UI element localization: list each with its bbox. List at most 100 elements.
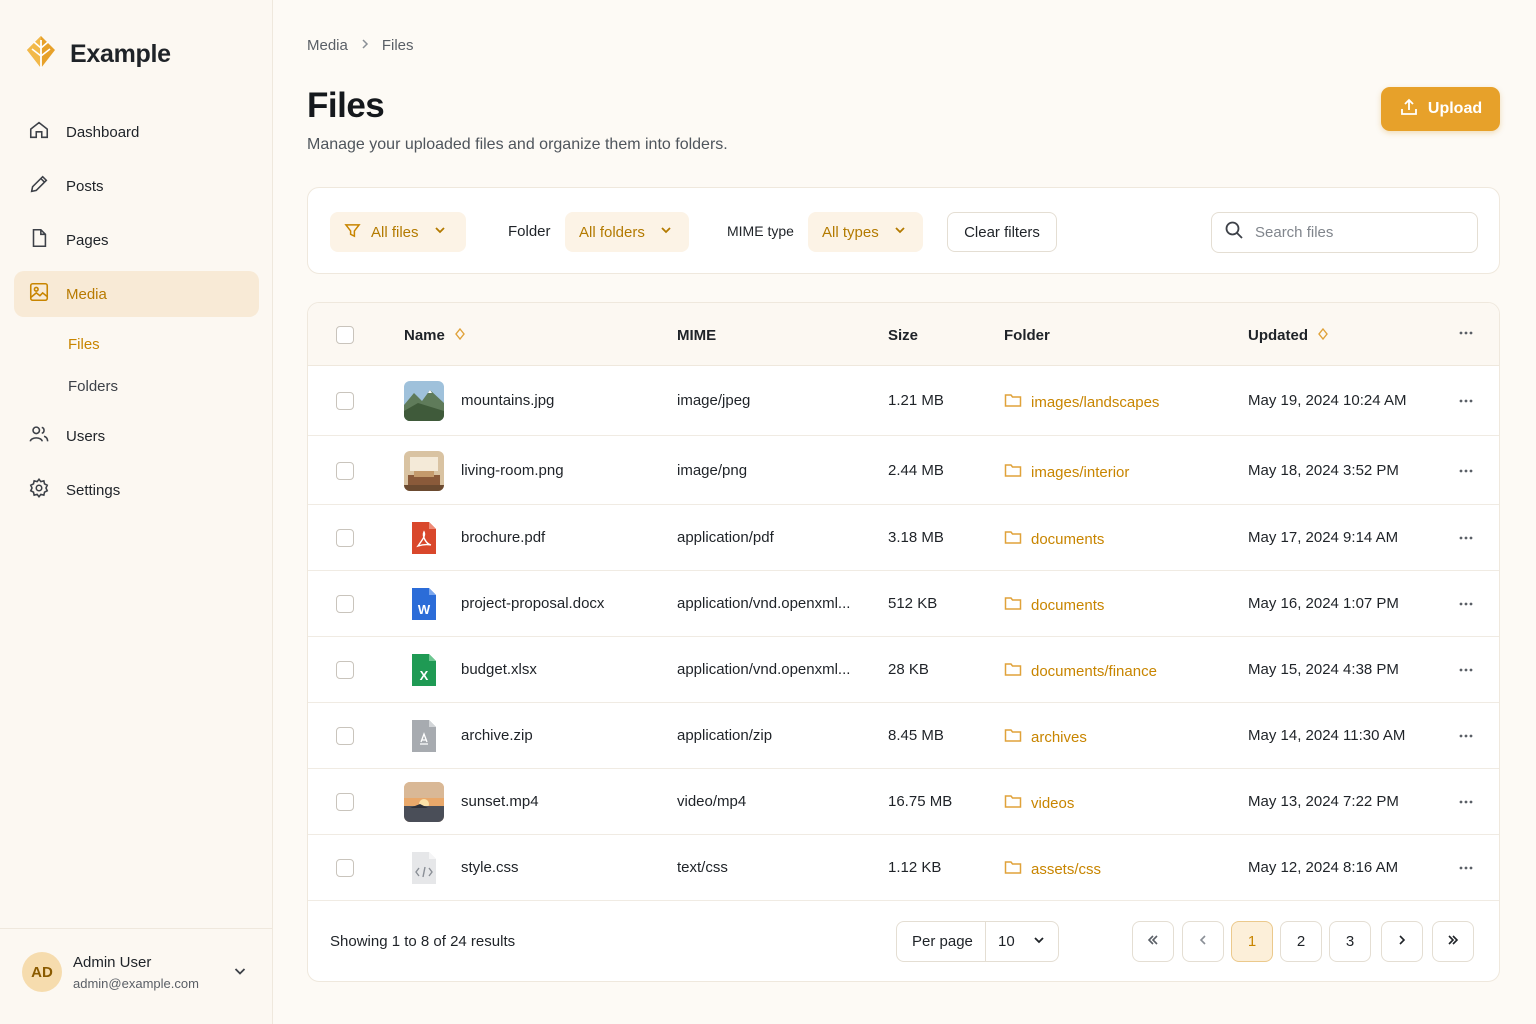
sidebar-item-pages[interactable]: Pages xyxy=(14,217,259,263)
chevron-down-icon xyxy=(659,223,673,241)
file-name[interactable]: living-room.png xyxy=(461,462,564,479)
filter-bar: All files Folder All folders MIME type A… xyxy=(307,187,1500,274)
column-name[interactable]: Name xyxy=(404,327,465,344)
row-actions-icon[interactable] xyxy=(1458,728,1474,749)
filter-icon xyxy=(344,222,361,243)
folder-name: images/landscapes xyxy=(1031,393,1160,411)
sidebar-subitem-files[interactable]: Files xyxy=(68,336,100,353)
sidebar-item-dashboard[interactable]: Dashboard xyxy=(14,109,259,155)
row-actions-icon[interactable] xyxy=(1458,463,1474,484)
file-name[interactable]: project-proposal.docx xyxy=(461,595,604,612)
table-row[interactable]: brochure.pdf application/pdf 3.18 MB docume… xyxy=(308,505,1499,571)
file-name[interactable]: style.css xyxy=(461,859,519,876)
row-actions-icon[interactable] xyxy=(1458,860,1474,881)
row-actions-icon[interactable] xyxy=(1458,530,1474,551)
page-subtitle: Manage your uploaded files and organize … xyxy=(307,136,728,153)
brand-name: Example xyxy=(70,40,171,68)
page-button-1[interactable]: 1 xyxy=(1231,921,1273,962)
sidebar-item-media[interactable]: Media xyxy=(14,271,259,317)
file-name[interactable]: brochure.pdf xyxy=(461,529,545,546)
row-actions-icon[interactable] xyxy=(1458,393,1474,414)
row-checkbox[interactable] xyxy=(336,529,354,547)
folder-name: archives xyxy=(1031,728,1087,746)
row-actions-icon[interactable] xyxy=(1458,596,1474,617)
folder-name: videos xyxy=(1031,794,1075,812)
view-filter-dropdown[interactable]: All files xyxy=(330,212,466,252)
chevron-down-icon[interactable] xyxy=(232,963,248,984)
folder-link[interactable]: archives xyxy=(1004,727,1087,747)
row-checkbox[interactable] xyxy=(336,793,354,811)
table-row[interactable]: living-room.png image/png 2.44 MB images/in… xyxy=(308,436,1499,505)
folder-link[interactable]: documents xyxy=(1004,529,1104,549)
table-row[interactable]: Wproject-proposal.docx application/vnd.op… xyxy=(308,571,1499,637)
table-row[interactable]: sunset.mp4 video/mp4 16.75 MB videos May 13,… xyxy=(308,769,1499,835)
row-checkbox[interactable] xyxy=(336,392,354,410)
table-row[interactable]: style.css text/css 1.12 KB assets/css May 12… xyxy=(308,835,1499,901)
row-actions-icon[interactable] xyxy=(1458,662,1474,683)
folder-link[interactable]: documents/finance xyxy=(1004,661,1157,681)
brand[interactable]: Example xyxy=(24,34,171,75)
page-button-2[interactable]: 2 xyxy=(1280,921,1322,962)
folder-name: images/interior xyxy=(1031,463,1130,481)
excel-thumbnail-icon: X xyxy=(404,650,444,690)
table-row[interactable]: archive.zip application/zip 8.45 MB archive… xyxy=(308,703,1499,769)
file-size: 512 KB xyxy=(888,595,938,612)
first-page-button[interactable] xyxy=(1132,921,1174,962)
file-mime: video/mp4 xyxy=(677,793,747,810)
per-page-label: Per page xyxy=(897,922,986,961)
sidebar-item-settings[interactable]: Settings xyxy=(14,467,259,513)
per-page-value: 10 xyxy=(998,933,1015,950)
next-page-button[interactable] xyxy=(1381,921,1423,962)
file-updated: May 15, 2024 4:38 PM xyxy=(1248,661,1399,678)
word-thumbnail-icon: W xyxy=(404,584,444,624)
upload-button[interactable]: Upload xyxy=(1381,87,1500,131)
sidebar-item-users[interactable]: Users xyxy=(14,413,259,459)
gear-icon xyxy=(28,477,50,503)
folder-link[interactable]: images/landscapes xyxy=(1004,392,1159,412)
file-mime: application/zip xyxy=(677,727,773,744)
prev-page-button[interactable] xyxy=(1182,921,1224,962)
file-updated: May 17, 2024 9:14 AM xyxy=(1248,529,1399,546)
user-email: admin@example.com xyxy=(73,976,199,991)
folder-link[interactable]: documents xyxy=(1004,595,1104,615)
select-all-checkbox[interactable] xyxy=(336,326,354,344)
folder-name: documents/finance xyxy=(1031,662,1157,680)
last-page-button[interactable] xyxy=(1432,921,1474,962)
clear-filters-button[interactable]: Clear filters xyxy=(947,212,1057,252)
file-name[interactable]: mountains.jpg xyxy=(461,392,554,409)
folder-filter-dropdown[interactable]: All folders xyxy=(565,212,689,252)
row-checkbox[interactable] xyxy=(336,661,354,679)
row-checkbox[interactable] xyxy=(336,462,354,480)
row-checkbox[interactable] xyxy=(336,595,354,613)
column-size: Size xyxy=(888,327,919,344)
file-name[interactable]: archive.zip xyxy=(461,727,533,744)
breadcrumb-parent[interactable]: Media xyxy=(307,37,348,54)
sidebar-item-label: Pages xyxy=(66,231,109,249)
folder-icon xyxy=(1004,661,1022,681)
row-checkbox[interactable] xyxy=(336,727,354,745)
folder-icon xyxy=(1004,727,1022,747)
row-checkbox[interactable] xyxy=(336,859,354,877)
more-options-icon[interactable] xyxy=(1458,325,1474,346)
file-name[interactable]: budget.xlsx xyxy=(461,661,537,678)
folder-link[interactable]: images/interior xyxy=(1004,462,1129,482)
search-input[interactable] xyxy=(1255,224,1465,241)
table-row[interactable]: Xbudget.xlsx application/vnd.openxml... 28… xyxy=(308,637,1499,703)
per-page-select[interactable]: Per page 10 xyxy=(896,921,1059,962)
table-row[interactable]: mountains.jpg image/jpeg 1.21 MB images/lan… xyxy=(308,366,1499,436)
sidebar-subitem-folders[interactable]: Folders xyxy=(68,378,118,395)
user-menu[interactable]: AD Admin User admin@example.com xyxy=(0,928,272,1024)
chevron-left-icon xyxy=(1196,933,1210,951)
folder-link[interactable]: assets/css xyxy=(1004,859,1101,879)
folder-name: documents xyxy=(1031,596,1105,614)
file-size: 2.44 MB xyxy=(888,462,944,479)
page-button-3[interactable]: 3 xyxy=(1329,921,1371,962)
file-name[interactable]: sunset.mp4 xyxy=(461,793,539,810)
sidebar-item-posts[interactable]: Posts xyxy=(14,163,259,209)
row-actions-icon[interactable] xyxy=(1458,794,1474,815)
upload-label: Upload xyxy=(1427,100,1483,117)
mime-filter-dropdown[interactable]: All types xyxy=(808,212,923,252)
column-updated[interactable]: Updated xyxy=(1248,327,1328,344)
folder-link[interactable]: videos xyxy=(1004,793,1074,813)
svg-text:X: X xyxy=(420,668,429,683)
